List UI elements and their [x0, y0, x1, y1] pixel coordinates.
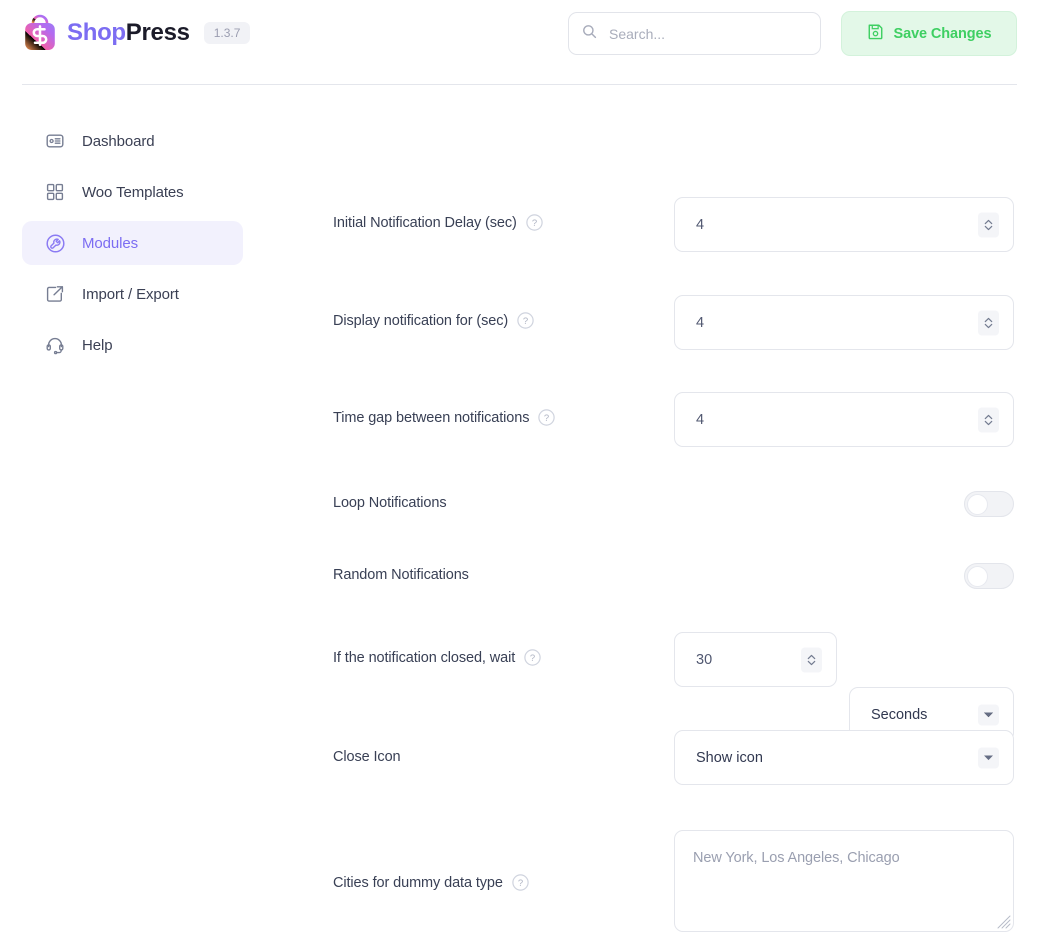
initial-delay-input[interactable]: 4	[674, 197, 1014, 252]
search-input[interactable]	[607, 24, 807, 43]
brand-name-shop: Shop	[67, 19, 126, 46]
brand: ShopPress 1.3.7	[22, 14, 251, 52]
save-button-label: Save Changes	[893, 25, 992, 42]
brand-name-press: Press	[125, 19, 190, 46]
field-row-time-gap: Time gap between notifications ? 4	[0, 392, 1039, 447]
svg-text:?: ?	[544, 413, 549, 424]
random-notifications-toggle[interactable]	[964, 563, 1014, 589]
field-label: Cities for dummy data type ?	[333, 874, 529, 891]
number-spinner[interactable]	[978, 407, 999, 432]
app-header: ShopPress 1.3.7 Save Changes	[0, 0, 1039, 85]
field-label: Loop Notifications	[333, 495, 447, 511]
dashboard-icon	[44, 130, 66, 152]
toggle-knob	[967, 493, 988, 515]
field-label-text: Random Notifications	[333, 567, 469, 583]
input-value: 4	[696, 314, 705, 331]
field-label-text: Display notification for (sec)	[333, 312, 509, 329]
field-row-random-notifications: Random Notifications	[0, 562, 1039, 589]
toggle-knob	[967, 565, 988, 587]
field-row-close-icon: Close Icon Show icon	[0, 730, 1039, 785]
closed-wait-input[interactable]: 30	[674, 632, 837, 687]
svg-text:?: ?	[523, 316, 528, 327]
field-label-text: Loop Notifications	[333, 495, 447, 511]
field-label: Random Notifications	[333, 567, 469, 583]
input-value: 30	[696, 651, 713, 668]
input-value: 4	[696, 411, 705, 428]
field-label-text: If the notification closed, wait	[333, 649, 516, 666]
number-spinner[interactable]	[801, 647, 822, 672]
select-value: Seconds	[871, 706, 928, 723]
field-label: If the notification closed, wait ?	[333, 649, 541, 666]
field-label-text: Initial Notification Delay (sec)	[333, 214, 517, 231]
select-value: Show icon	[696, 749, 763, 766]
field-row-display-for: Display notification for (sec) ? 4	[0, 295, 1039, 350]
time-gap-input[interactable]: 4	[674, 392, 1014, 447]
display-for-input[interactable]: 4	[674, 295, 1014, 350]
search-icon	[582, 24, 597, 44]
field-label: Time gap between notifications ?	[333, 409, 556, 426]
field-label-text: Close Icon	[333, 749, 401, 765]
version-badge: 1.3.7	[203, 22, 251, 44]
cities-textarea[interactable]: New York, Los Angeles, Chicago	[674, 830, 1014, 932]
help-icon[interactable]: ?	[512, 874, 529, 891]
field-label: Initial Notification Delay (sec) ?	[333, 214, 543, 231]
resize-handle[interactable]	[997, 915, 1011, 929]
loop-notifications-toggle[interactable]	[964, 491, 1014, 517]
svg-text:?: ?	[530, 653, 535, 664]
save-changes-button[interactable]: Save Changes	[841, 11, 1017, 56]
field-label: Display notification for (sec) ?	[333, 312, 534, 329]
help-icon[interactable]: ?	[538, 409, 556, 426]
field-row-loop-notifications: Loop Notifications	[0, 490, 1039, 517]
svg-text:?: ?	[518, 878, 523, 889]
field-row-cities: Cities for dummy data type ? New York, L…	[0, 830, 1039, 932]
shoppress-logo-icon	[22, 14, 58, 52]
chevron-down-icon	[978, 704, 999, 725]
input-value: 4	[696, 216, 705, 233]
help-icon[interactable]: ?	[524, 649, 541, 666]
search-box[interactable]	[568, 12, 821, 55]
sidebar-item-label: Dashboard	[82, 132, 155, 150]
svg-text:?: ?	[532, 218, 537, 229]
field-label-text: Time gap between notifications	[333, 409, 530, 426]
field-row-initial-delay: Initial Notification Delay (sec) ? 4	[0, 197, 1039, 252]
field-label: Close Icon	[333, 749, 401, 765]
field-row-closed-wait: If the notification closed, wait ? 30 Se…	[0, 632, 1039, 742]
close-icon-select[interactable]: Show icon	[674, 730, 1014, 785]
sidebar-item-dashboard[interactable]: Dashboard	[22, 119, 243, 163]
chevron-down-icon	[978, 747, 999, 768]
number-spinner[interactable]	[978, 212, 999, 237]
save-disk-icon	[867, 23, 884, 45]
number-spinner[interactable]	[978, 310, 999, 335]
help-icon[interactable]: ?	[526, 214, 543, 231]
field-label-text: Cities for dummy data type	[333, 874, 503, 891]
help-icon[interactable]: ?	[517, 312, 534, 329]
